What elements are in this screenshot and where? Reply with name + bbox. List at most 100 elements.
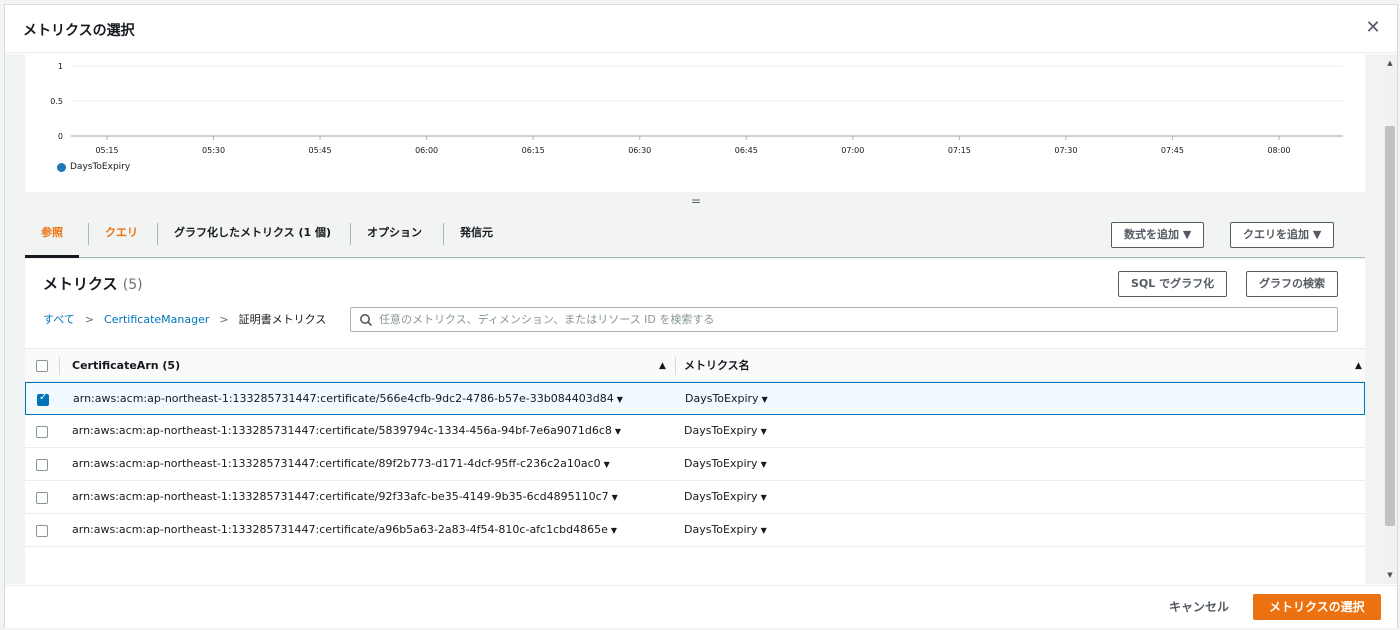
table-row[interactable]: arn:aws:acm:ap-northeast-1:133285731447:… [25, 448, 1365, 481]
x-tick-label: 05:15 [95, 146, 118, 155]
search-input[interactable] [379, 308, 1329, 331]
search-icon [360, 314, 373, 327]
scroll-up-icon[interactable]: ▲ [1383, 56, 1397, 70]
x-tick-label: 07:45 [1161, 146, 1184, 155]
x-tick-label: 06:00 [415, 146, 438, 155]
certificate-arn: arn:aws:acm:ap-northeast-1:133285731447:… [72, 424, 612, 437]
metric-name-cell: DaysToExpiry ▼ [685, 383, 768, 416]
filter-dropdown-icon[interactable]: ▼ [604, 460, 610, 469]
table-row[interactable]: arn:aws:acm:ap-northeast-1:133285731447:… [25, 382, 1365, 415]
metric-name-cell: DaysToExpiry ▼ [684, 514, 767, 547]
metric-chart: 1 0.5 0 05:15 05:30 05:45 06:00 06:15 06:30 06:45… [50, 62, 1343, 155]
x-tick-label: 05:45 [309, 146, 332, 155]
certificate-arn: arn:aws:acm:ap-northeast-1:133285731447:… [73, 392, 614, 405]
scroll-thumb[interactable] [1385, 126, 1395, 526]
table-header: CertificateArn (5) ▲ メトリクス名 ▲ [25, 348, 1365, 382]
y-tick-label: 0.5 [50, 97, 63, 106]
x-tick-label: 07:15 [948, 146, 971, 155]
metric-name: DaysToExpiry [684, 457, 758, 470]
table-row[interactable]: arn:aws:acm:ap-northeast-1:133285731447:… [25, 481, 1365, 514]
metric-name: DaysToExpiry [684, 523, 758, 536]
filter-dropdown-icon[interactable]: ▼ [612, 493, 618, 502]
table-row[interactable]: arn:aws:acm:ap-northeast-1:133285731447:… [25, 415, 1365, 448]
x-tick-label: 07:30 [1054, 146, 1077, 155]
x-tick-label: 06:15 [522, 146, 545, 155]
tab-query[interactable]: クエリ [89, 214, 154, 254]
metrics-title: メトリクス [43, 275, 118, 293]
certificate-arn-cell: arn:aws:acm:ap-northeast-1:133285731447:… [72, 448, 610, 481]
tab-browse[interactable]: 参照 [25, 214, 79, 258]
chart-panel: 1 0.5 0 05:15 05:30 05:45 06:00 06:15 06:30 06:45… [25, 54, 1365, 192]
column-divider [675, 357, 676, 375]
certificate-arn: arn:aws:acm:ap-northeast-1:133285731447:… [72, 490, 609, 503]
filter-dropdown-icon[interactable]: ▼ [761, 427, 767, 436]
scroll-down-icon[interactable]: ▼ [1383, 568, 1397, 582]
chevron-right-icon: > [84, 312, 95, 326]
column-header-metric-name[interactable]: メトリクス名 [684, 349, 750, 383]
select-metrics-button[interactable]: メトリクスの選択 [1253, 594, 1381, 620]
add-formula-button[interactable]: 数式を追加 ▼ [1111, 222, 1205, 248]
add-query-button[interactable]: クエリを追加 ▼ [1230, 222, 1335, 248]
modal-header: メトリクスの選択 ✕ [5, 5, 1397, 53]
chart-legend[interactable]: DaysToExpiry [57, 162, 130, 172]
select-all-checkbox[interactable] [36, 360, 48, 372]
x-tick-label: 06:30 [628, 146, 651, 155]
graph-with-sql-button[interactable]: SQL でグラフ化 [1118, 271, 1228, 297]
y-tick-label: 0 [58, 132, 63, 141]
metric-name: DaysToExpiry [685, 392, 759, 405]
filter-dropdown-icon[interactable]: ▼ [611, 526, 617, 535]
certificate-arn: arn:aws:acm:ap-northeast-1:133285731447:… [72, 523, 608, 536]
filter-dropdown-icon[interactable]: ▼ [615, 427, 621, 436]
certificate-arn: arn:aws:acm:ap-northeast-1:133285731447:… [72, 457, 601, 470]
tab-source[interactable]: 発信元 [444, 214, 509, 254]
sort-ascending-icon[interactable]: ▲ [659, 349, 666, 383]
close-icon[interactable]: ✕ [1363, 18, 1383, 38]
filter-dropdown-icon[interactable]: ▼ [761, 493, 767, 502]
table-row[interactable]: arn:aws:acm:ap-northeast-1:133285731447:… [25, 514, 1365, 547]
filter-dropdown-icon[interactable]: ▼ [617, 395, 623, 404]
y-tick-label: 1 [58, 62, 63, 71]
metric-name: DaysToExpiry [684, 424, 758, 437]
filter-dropdown-icon[interactable]: ▼ [762, 395, 768, 404]
x-tick-label: 05:30 [202, 146, 225, 155]
row-checkbox[interactable] [36, 492, 48, 504]
select-metrics-modal: メトリクスの選択 ✕ 1 0.5 0 05:15 05:30 05:45 06:00 06:1… [4, 4, 1398, 628]
row-checkbox[interactable] [36, 525, 48, 537]
legend-swatch [57, 162, 66, 172]
metric-name: DaysToExpiry [684, 490, 758, 503]
certificate-arn-cell: arn:aws:acm:ap-northeast-1:133285731447:… [73, 383, 623, 416]
graph-search-button[interactable]: グラフの検索 [1246, 271, 1338, 297]
breadcrumb-namespace[interactable]: CertificateManager [104, 313, 209, 326]
row-checkbox[interactable] [36, 426, 48, 438]
search-box [350, 307, 1338, 332]
filter-dropdown-icon[interactable]: ▼ [761, 526, 767, 535]
breadcrumb: すべて > CertificateManager > 証明書メトリクス [43, 311, 326, 327]
chevron-right-icon: > [219, 312, 229, 326]
certificate-arn-cell: arn:aws:acm:ap-northeast-1:133285731447:… [72, 481, 618, 514]
breadcrumb-all[interactable]: すべて [43, 311, 75, 327]
metric-name-cell: DaysToExpiry ▼ [684, 415, 767, 448]
metrics-count: (5) [122, 277, 143, 293]
tab-options[interactable]: オプション [351, 214, 438, 254]
modal-footer: キャンセル メトリクスの選択 [5, 585, 1397, 628]
x-tick-label: 08:00 [1267, 146, 1290, 155]
column-header-certificate-arn[interactable]: CertificateArn (5) [72, 349, 180, 383]
modal-body: 1 0.5 0 05:15 05:30 05:45 06:00 06:15 06:30 06:45… [5, 54, 1383, 584]
x-tick-label: 07:00 [841, 146, 864, 155]
sort-ascending-icon[interactable]: ▲ [1355, 349, 1362, 383]
column-divider [59, 357, 60, 375]
tab-graphed-metrics[interactable]: グラフ化したメトリクス (1 個) [158, 214, 347, 254]
scrollbar[interactable]: ▲ ▼ [1383, 54, 1397, 584]
cancel-button[interactable]: キャンセル [1159, 594, 1239, 620]
certificate-arn-cell: arn:aws:acm:ap-northeast-1:133285731447:… [72, 415, 621, 448]
filter-dropdown-icon[interactable]: ▼ [761, 460, 767, 469]
legend-label: DaysToExpiry [70, 162, 131, 172]
certificate-arn-cell: arn:aws:acm:ap-northeast-1:133285731447:… [72, 514, 617, 547]
metric-name-cell: DaysToExpiry ▼ [684, 481, 767, 514]
metric-name-cell: DaysToExpiry ▼ [684, 448, 767, 481]
resize-handle[interactable]: = [691, 195, 701, 207]
row-checkbox[interactable] [37, 392, 49, 406]
x-tick-label: 06:45 [735, 146, 758, 155]
row-checkbox[interactable] [36, 459, 48, 471]
tabs-row: 参照 クエリ グラフ化したメトリクス (1 個) オプション 発信元 数式を追加… [25, 214, 1365, 258]
